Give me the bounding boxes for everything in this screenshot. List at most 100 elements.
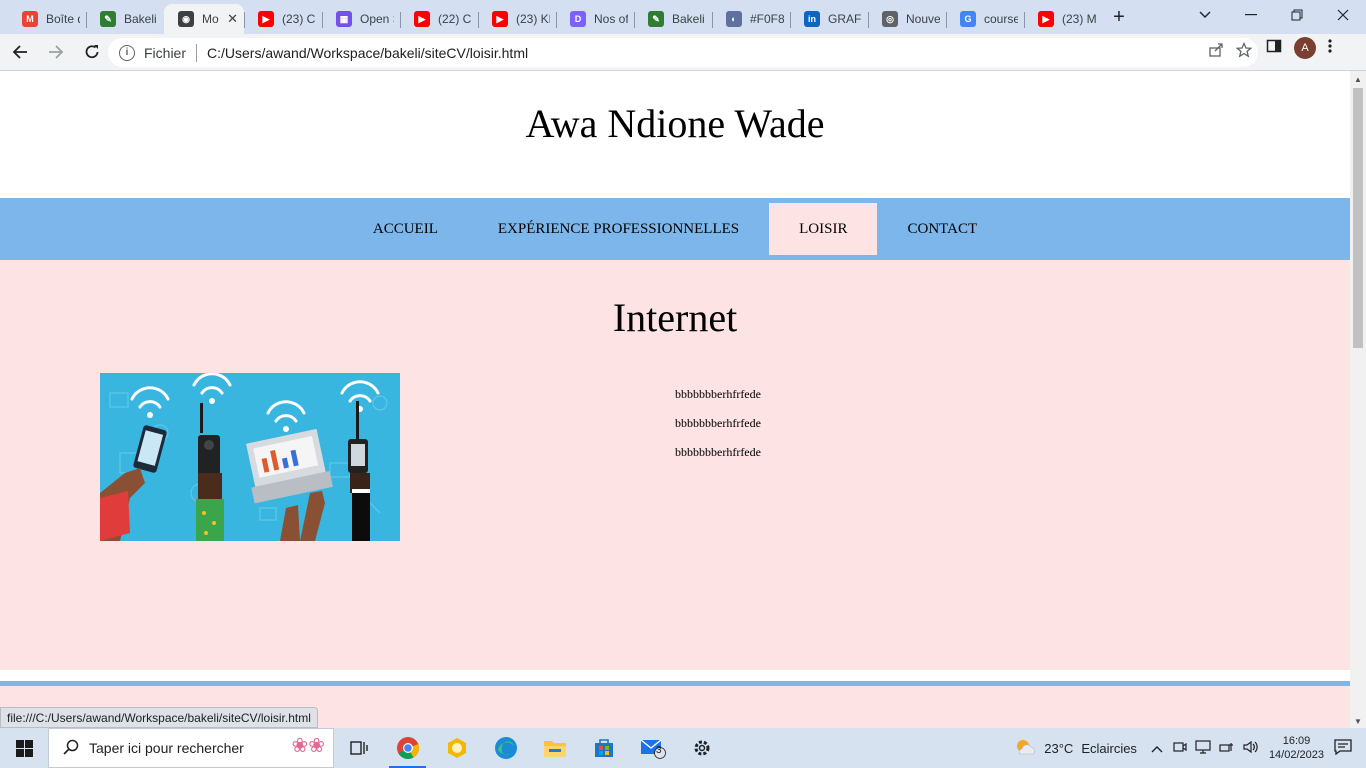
reload-icon[interactable] [76,36,108,68]
browser-tab[interactable]: ▶ (22) Cr [400,4,478,34]
tab-title: (22) Cr [438,12,472,26]
tab-title: (23) CC [282,12,316,26]
browser-tab[interactable]: M Boîte d [8,4,86,34]
tab-title: Boîte d [46,12,80,26]
d-icon: D [570,11,586,27]
side-panel-icon[interactable] [1266,38,1282,59]
taskbar-clock[interactable]: 16:09 14/02/2023 [1269,734,1324,762]
youtube-icon: ▶ [492,11,508,27]
tab-title: (23) KH [516,12,550,26]
youtube-icon: ▶ [258,11,274,27]
main-nav: ACCUEIL EXPÉRIENCE PROFESSIONNELLES LOIS… [0,198,1350,260]
address-bar[interactable]: i Fichier C:/Users/awand/Workspace/bakel… [108,38,1258,67]
chevron-up-icon[interactable] [1151,741,1163,756]
youtube-icon: ▶ [1038,11,1054,27]
browser-tab[interactable]: ▦ Open S [322,4,400,34]
tab-title: GRAFH [828,12,862,26]
menu-kebab-icon[interactable] [1328,38,1332,59]
edge-taskbar-icon[interactable] [481,728,530,768]
tab-search-icon[interactable] [1182,0,1228,30]
norton-taskbar-icon[interactable] [432,728,481,768]
bakeli-icon: ✎ [100,11,116,27]
gmail-icon: M [22,11,38,27]
search-icon [63,739,79,758]
browser-tab[interactable]: D Nos off [556,4,634,34]
url-scheme-label: Fichier [144,44,187,61]
scrollbar-thumb[interactable] [1353,88,1363,348]
site-title: Awa Ndione Wade [525,101,825,146]
google-icon: G [960,11,976,27]
windows-taskbar: Taper ici pour rechercher ❀❀ 3 23°C Ecla… [0,728,1366,768]
file-explorer-icon[interactable] [530,728,579,768]
close-tab-icon[interactable]: ✕ [223,11,238,27]
url-text[interactable]: C:/Users/awand/Workspace/bakeli/siteCV/l… [207,45,528,61]
nav-link-accueil[interactable]: ACCUEIL [343,203,468,255]
globe-icon: ◉ [178,11,194,27]
openclassrooms-icon: ▦ [336,11,352,27]
browser-tab[interactable]: Gcourse [946,4,1024,34]
browser-toolbar: i Fichier C:/Users/awand/Workspace/bakel… [0,34,1366,71]
mail-badge: 3 [656,745,662,756]
section-paragraph: bbbbbbberhfrfede [675,387,761,401]
camera-icon[interactable] [1173,740,1187,757]
notifications-icon[interactable] [1334,738,1352,758]
weather-icon[interactable] [1014,738,1036,759]
microsoft-store-icon[interactable] [579,728,628,768]
browser-tab[interactable]: ▶ (23) CC [244,4,322,34]
new-tab-button[interactable]: + [1101,2,1137,32]
settings-gear-icon[interactable] [677,728,726,768]
browser-tab[interactable]: ▶ (23) M [1024,4,1102,34]
tab-title: Nos off [594,12,628,26]
mail-taskbar-icon[interactable]: 3 [628,728,677,768]
weather-temperature[interactable]: 23°C [1044,741,1073,756]
browser-tab[interactable]: ▶ (23) KH [478,4,556,34]
system-tray: 23°C Eclaircies 16:09 14/02/2023 [1014,728,1366,768]
taskbar-search-box[interactable]: Taper ici pour rechercher ❀❀ [48,728,334,768]
section-heading: Internet [612,295,738,340]
bakeli-icon: ✎ [648,11,664,27]
windows-start-icon[interactable] [0,728,48,768]
scroll-up-arrow-icon[interactable]: ▲ [1354,75,1362,84]
site-info-icon[interactable]: i [119,44,135,61]
browser-tab[interactable]: ◉ Mo ✕ [164,4,244,34]
tab-title: Bakeli S [124,12,158,26]
close-window-icon[interactable] [1320,0,1366,30]
forward-arrow-icon[interactable] [40,36,72,68]
nav-link-loisir[interactable]: LOISIR [769,203,878,255]
volume-icon[interactable] [1243,740,1259,757]
share-icon[interactable] [1208,42,1224,61]
task-view-icon[interactable] [334,728,383,768]
tab-title: (23) M [1062,12,1096,26]
weather-description[interactable]: Eclaircies [1081,741,1137,756]
scroll-down-arrow-icon[interactable]: ▼ [1354,717,1362,726]
tab-title: Nouve [906,12,940,26]
minimize-icon[interactable] [1228,0,1274,30]
page-scrollbar[interactable]: ▲ ▼ [1350,71,1366,728]
nav-link-experience[interactable]: EXPÉRIENCE PROFESSIONNELLES [468,203,769,255]
clock-time: 16:09 [1282,735,1311,747]
browser-tab[interactable]: in GRAFH [790,4,868,34]
chrome-taskbar-icon[interactable] [383,728,432,768]
linkedin-icon: in [804,11,820,27]
nav-link-contact[interactable]: CONTACT [877,203,1007,255]
network-icon[interactable] [1219,740,1235,757]
browser-tab[interactable]: ✎ Bakeli S [86,4,164,34]
tab-title: Mo [202,12,219,26]
back-arrow-icon[interactable] [4,36,36,68]
browser-tab[interactable]: ✎ Bakeli S [634,4,712,34]
profile-avatar[interactable]: A [1294,37,1316,59]
youtube-icon: ▶ [414,11,430,27]
tab-strip: M Boîte d ✎ Bakeli S ◉ Mo ✕ ▶ (23) CC ▦ Open S ▶ (22… [0,0,1366,34]
chrome-icon: ◎ [882,11,898,27]
restore-icon[interactable] [1274,0,1320,30]
display-icon[interactable] [1195,739,1211,757]
internet-illustration [100,373,400,541]
browser-tab[interactable]: ◎ Nouve [868,4,946,34]
bookmark-star-icon[interactable] [1235,41,1253,61]
clock-date: 14/02/2023 [1268,749,1324,761]
search-placeholder: Taper ici pour rechercher [89,740,244,756]
page-viewport: Awa Ndione Wade ACCUEIL EXPÉRIENCE PROFE… [0,71,1350,728]
browser-tab[interactable]: ◐ #F0F8F [712,4,790,34]
tulips-icon: ❀❀ [291,735,325,757]
tab-title: Open S [360,12,394,26]
